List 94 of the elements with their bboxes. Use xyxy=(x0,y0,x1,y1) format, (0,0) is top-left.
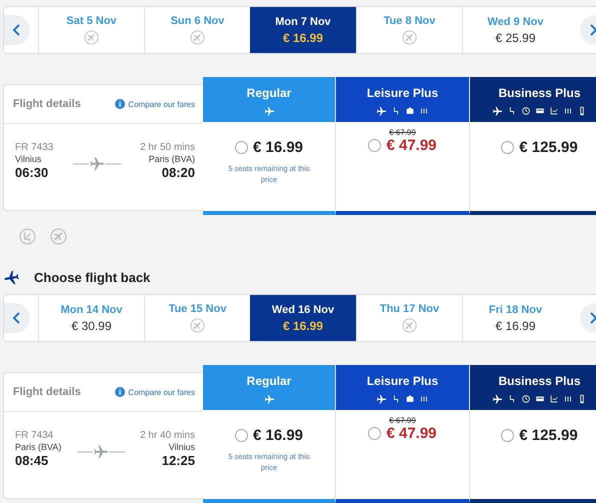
date-price: € 16.99 xyxy=(282,318,324,332)
chevron-left-icon xyxy=(13,24,21,36)
clock-icon xyxy=(521,394,531,404)
fare-name: Business Plus xyxy=(498,374,581,388)
clock-icon xyxy=(521,106,531,116)
plane-icon xyxy=(376,106,387,117)
no-flights-icon xyxy=(84,30,99,45)
fare-name: Regular xyxy=(246,86,292,100)
fare-radio[interactable] xyxy=(501,141,514,154)
date-price: € 25.99 xyxy=(495,30,536,44)
no-flights-icon xyxy=(402,30,417,45)
chevron-left-icon xyxy=(13,312,21,324)
date-label: Mon 14 Nov xyxy=(60,304,122,316)
details-title: Flight details xyxy=(13,386,81,398)
fare-price: € 125.99 xyxy=(519,139,578,156)
chart-icon xyxy=(549,106,559,116)
fare-radio[interactable] xyxy=(234,429,248,442)
no-flights-icon xyxy=(402,318,417,333)
suitcase-icon xyxy=(405,394,415,404)
plane-icon xyxy=(264,106,274,117)
date-label: Wed 9 Nov xyxy=(487,16,544,28)
date-price: € 16.99 xyxy=(495,318,536,332)
no-flights-icon xyxy=(190,30,205,45)
fare-price: € 16.99 xyxy=(252,427,304,444)
plane-icon xyxy=(492,106,503,117)
queue-icon xyxy=(563,394,573,404)
seat-icon xyxy=(507,394,517,404)
previous-dates-button[interactable] xyxy=(4,15,30,45)
chevron-right-icon xyxy=(589,24,596,36)
suitcase-icon xyxy=(405,106,415,116)
fare-name: Leisure Plus xyxy=(366,86,438,100)
fare-name: Business Plus xyxy=(498,86,581,100)
fare-price: € 47.99 xyxy=(386,137,437,154)
departure-time: 06:30 xyxy=(15,165,48,180)
original-price: € 67.99 xyxy=(389,416,416,425)
plane-crossed-icon xyxy=(50,228,67,245)
date-price: € 30.99 xyxy=(71,318,112,332)
flight-path-drawing xyxy=(76,445,125,459)
compare-fares-link[interactable]: Compare our fares xyxy=(115,99,195,109)
chevron-right-icon xyxy=(589,312,596,324)
departure-city: Paris (BVA) xyxy=(15,442,62,452)
original-price: € 67.99 xyxy=(389,128,416,137)
arrival-city: Vilnius xyxy=(168,442,195,452)
previous-dates-button[interactable] xyxy=(4,303,30,333)
fare-price: € 125.99 xyxy=(519,427,578,444)
departure-city: Vilnius xyxy=(15,154,42,164)
flight-number: FR 7433 xyxy=(15,142,54,153)
fare-radio[interactable] xyxy=(368,427,382,440)
chart-icon xyxy=(549,394,559,404)
plane-icon xyxy=(264,394,274,405)
queue-icon xyxy=(563,106,573,116)
date-label: Sat 5 Nov xyxy=(66,15,117,27)
fare-radio[interactable] xyxy=(234,141,248,154)
info-icon xyxy=(115,387,126,397)
arrival-city: Paris (BVA) xyxy=(148,154,195,164)
card-icon xyxy=(535,106,545,116)
departure-time: 08:45 xyxy=(15,453,48,468)
date-tab[interactable]: Mon 7 Nov € 16.99 xyxy=(250,7,356,53)
date-price: € 16.99 xyxy=(282,30,324,44)
plane-icon xyxy=(376,394,387,405)
plane-icon xyxy=(3,269,20,286)
fare-price: € 16.99 xyxy=(252,139,304,156)
flight-path-drawing xyxy=(72,157,121,171)
seat-icon xyxy=(391,394,401,404)
fare-radio[interactable] xyxy=(501,429,514,442)
date-label: Wed 16 Nov xyxy=(272,304,334,316)
no-flights-icon xyxy=(190,318,205,333)
fare-name: Regular xyxy=(246,374,292,388)
date-label: Thu 17 Nov xyxy=(380,303,440,315)
date-label: Mon 7 Nov xyxy=(275,16,331,28)
plane-icon xyxy=(492,394,503,405)
date-label: Tue 15 Nov xyxy=(168,303,226,315)
fare-price: € 47.99 xyxy=(386,425,437,442)
queue-icon xyxy=(419,106,429,116)
date-label: Sun 6 Nov xyxy=(170,15,224,27)
flight-number: FR 7434 xyxy=(15,430,54,441)
arrival-time: 08:20 xyxy=(162,165,195,180)
date-label: Tue 8 Nov xyxy=(384,15,436,27)
info-icon xyxy=(115,99,126,109)
seat-recline-icon xyxy=(19,228,36,245)
queue-icon xyxy=(419,394,429,404)
date-label: Fri 18 Nov xyxy=(488,304,542,316)
flight-duration: 2 hr 50 mins xyxy=(140,142,195,153)
compare-fares-link[interactable]: Compare our fares xyxy=(115,387,195,397)
card-icon xyxy=(535,394,545,404)
seat-icon xyxy=(391,106,401,116)
flight-duration: 2 hr 40 mins xyxy=(140,430,195,441)
seat-icon xyxy=(507,106,517,116)
section-heading: Choose flight back xyxy=(34,270,150,285)
date-tab[interactable]: Wed 16 Nov € 16.99 xyxy=(250,295,356,341)
arrival-time: 12:25 xyxy=(162,453,195,468)
fare-name: Leisure Plus xyxy=(366,374,438,388)
fare-radio[interactable] xyxy=(368,139,382,152)
details-title: Flight details xyxy=(13,98,81,110)
